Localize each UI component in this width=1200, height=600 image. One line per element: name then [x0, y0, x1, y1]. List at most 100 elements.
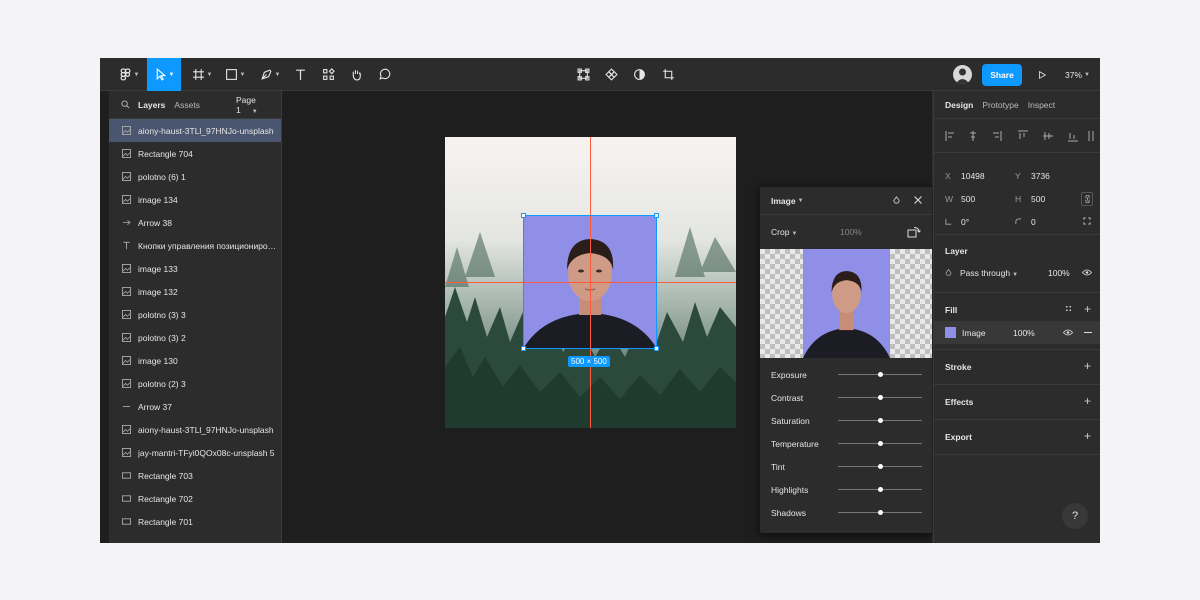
- fill-row[interactable]: Image 100%: [934, 321, 1100, 344]
- minus-icon[interactable]: [1084, 332, 1092, 333]
- share-button[interactable]: Share: [982, 64, 1022, 86]
- independent-corners-icon[interactable]: [1083, 216, 1091, 227]
- layer-opacity-input[interactable]: 100%: [1048, 268, 1070, 278]
- user-avatar[interactable]: [953, 65, 972, 84]
- search-icon[interactable]: [121, 100, 130, 109]
- adjustment-slider[interactable]: [838, 441, 922, 446]
- adjustment-slider[interactable]: [838, 510, 922, 515]
- add-fill-icon[interactable]: +: [1084, 302, 1091, 316]
- crop-row: Crop ▼ 100%: [760, 215, 932, 249]
- layer-item[interactable]: aiony-haust-3TLl_97HNJo-unsplash: [109, 418, 281, 441]
- layer-item[interactable]: polotno (2) 3: [109, 372, 281, 395]
- rotate-icon[interactable]: [907, 226, 921, 240]
- text-tool-button[interactable]: [290, 58, 310, 91]
- popup-title[interactable]: Image: [771, 196, 796, 206]
- add-stroke-icon[interactable]: +: [1084, 359, 1091, 373]
- slider-handle[interactable]: [877, 464, 883, 469]
- frame-icon: [192, 69, 204, 80]
- slider-handle[interactable]: [877, 487, 883, 492]
- slider-handle[interactable]: [877, 418, 883, 423]
- styles-icon[interactable]: [1065, 304, 1072, 314]
- frame-tool-button[interactable]: ▼: [188, 58, 216, 91]
- adjustment-slider[interactable]: [838, 464, 922, 469]
- fill-opacity-input[interactable]: 100%: [1013, 328, 1035, 338]
- layer-item[interactable]: image 133: [109, 257, 281, 280]
- layer-item[interactable]: Rectangle 703: [109, 464, 281, 487]
- page-selector[interactable]: Page 1 ▼: [236, 95, 272, 115]
- layer-item[interactable]: jay-mantri-TFyi0QOx08c-unsplash 5: [109, 441, 281, 464]
- resize-handle[interactable]: [654, 346, 659, 351]
- comment-tool-button[interactable]: [374, 58, 394, 91]
- resize-handle[interactable]: [521, 346, 526, 351]
- w-input[interactable]: 500: [961, 194, 1015, 204]
- x-input[interactable]: 10498: [961, 171, 1015, 181]
- crop-mode-button[interactable]: [573, 58, 593, 91]
- layer-item[interactable]: polotno (6) 1: [109, 165, 281, 188]
- zoom-dropdown[interactable]: 37% ▼: [1065, 58, 1090, 91]
- mask-icon: [633, 69, 645, 80]
- layer-item[interactable]: aiony-haust-3TLl_97HNJo-unsplash: [109, 119, 281, 142]
- blend-mode-dropdown[interactable]: Pass through ▼: [960, 268, 1018, 278]
- hand-tool-button[interactable]: [346, 58, 366, 91]
- image-layer-icon: [121, 333, 131, 343]
- pen-tool-button[interactable]: ▼: [256, 58, 284, 91]
- layer-item[interactable]: Arrow 38: [109, 211, 281, 234]
- adjustment-slider[interactable]: [838, 418, 922, 423]
- export-section-title: Export: [945, 432, 972, 442]
- slider-handle[interactable]: [877, 372, 883, 377]
- tab-prototype[interactable]: Prototype: [982, 100, 1018, 110]
- fill-mode-dropdown[interactable]: Crop ▼: [771, 227, 797, 237]
- y-input[interactable]: 3736: [1031, 171, 1050, 181]
- tab-design[interactable]: Design: [945, 100, 973, 110]
- component-button[interactable]: [601, 58, 621, 91]
- move-tool-button[interactable]: ▼: [147, 58, 181, 91]
- layer-item[interactable]: Rectangle 702: [109, 487, 281, 510]
- layer-item[interactable]: Arrow 37: [109, 395, 281, 418]
- add-effect-icon[interactable]: +: [1084, 394, 1091, 408]
- eye-icon[interactable]: [1081, 268, 1093, 278]
- slider-handle[interactable]: [877, 441, 883, 446]
- layer-name: polotno (6) 1: [138, 171, 186, 182]
- resize-handle[interactable]: [654, 213, 659, 218]
- resize-handle[interactable]: [521, 213, 526, 218]
- layer-item[interactable]: image 132: [109, 280, 281, 303]
- layer-item[interactable]: polotno (3) 2: [109, 326, 281, 349]
- rotation-input[interactable]: 0°: [961, 217, 1015, 227]
- resources-tool-button[interactable]: [318, 58, 338, 91]
- radius-input[interactable]: 0: [1031, 217, 1036, 227]
- adjustment-slider[interactable]: [838, 487, 922, 492]
- layer-item[interactable]: image 134: [109, 188, 281, 211]
- adjustment-row: Temperature: [760, 432, 932, 455]
- add-export-icon[interactable]: +: [1084, 429, 1091, 443]
- present-button[interactable]: [1034, 58, 1050, 91]
- tab-assets[interactable]: Assets: [174, 100, 200, 110]
- mask-button[interactable]: [629, 58, 649, 91]
- layer-item[interactable]: image 130: [109, 349, 281, 372]
- slider-handle[interactable]: [877, 395, 883, 400]
- layer-item[interactable]: Rectangle 701: [109, 510, 281, 533]
- layer-item[interactable]: Кнопки управления позиционированием: [109, 234, 281, 257]
- selection-box[interactable]: [521, 213, 659, 351]
- layer-item[interactable]: Rectangle 704: [109, 142, 281, 165]
- fill-swatch[interactable]: [945, 327, 956, 338]
- fill-type[interactable]: Image: [962, 328, 986, 338]
- align-icons[interactable]: [945, 130, 1095, 142]
- h-input[interactable]: 500: [1031, 194, 1045, 204]
- layer-item[interactable]: polotno (3) 3: [109, 303, 281, 326]
- slider-handle[interactable]: [877, 510, 883, 515]
- image-layer-icon: [121, 287, 131, 297]
- tab-layers[interactable]: Layers: [138, 100, 165, 110]
- eye-icon[interactable]: [1062, 328, 1074, 338]
- image-layer-icon: [121, 379, 131, 389]
- image-layer-icon: [121, 425, 131, 435]
- adjustment-slider[interactable]: [838, 372, 922, 377]
- adjustment-slider[interactable]: [838, 395, 922, 400]
- close-icon[interactable]: [913, 195, 923, 207]
- shape-tool-button[interactable]: ▼: [221, 58, 249, 91]
- main-menu-button[interactable]: ▼: [114, 58, 144, 91]
- tab-inspect[interactable]: Inspect: [1028, 100, 1055, 110]
- help-button[interactable]: ?: [1062, 503, 1088, 529]
- crop-button[interactable]: [658, 58, 678, 91]
- style-icon[interactable]: [892, 196, 901, 207]
- constrain-proportions-icon[interactable]: [1081, 191, 1093, 206]
